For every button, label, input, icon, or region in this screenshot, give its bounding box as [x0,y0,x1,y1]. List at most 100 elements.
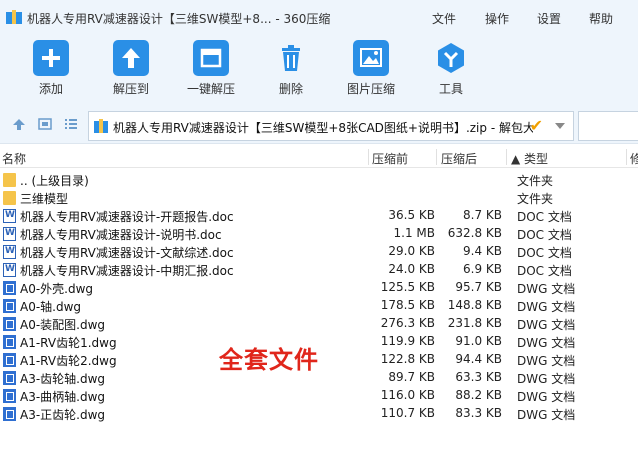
extract-to-button[interactable]: 解压到 [95,40,167,97]
file-row[interactable]: A0-装配图.dwg 276.3 KB 231.8 KB DWG 文档 [0,315,638,333]
title-bar: 机器人专用RV减速器设计【三维SW模型+8... - 360压缩 文件 操作 设… [0,0,638,34]
column-compressed[interactable]: 压缩后 [441,150,477,167]
file-name: 机器人专用RV减速器设计-文献综述.doc [20,246,234,260]
file-size: 36.5 KB [388,208,435,222]
doc-file-icon [3,227,16,241]
file-row[interactable]: A3-齿轮轴.dwg 89.7 KB 63.3 KB DWG 文档 [0,369,638,387]
folder-icon [3,173,16,187]
file-type: DOC 文档 [517,246,572,260]
column-modified[interactable]: 修 [630,150,638,167]
file-compressed-size: 8.7 KB [463,208,502,222]
dwg-file-icon [3,389,16,403]
file-name: A3-正齿轮.dwg [20,408,106,422]
file-name: .. (上级目录) [20,174,89,188]
file-row[interactable]: 机器人专用RV减速器设计-中期汇报.doc 24.0 KB 6.9 KB DOC 文档 [0,261,638,279]
dwg-file-icon [3,317,16,331]
file-row[interactable]: A1-RV齿轮1.dwg 119.9 KB 91.0 KB DWG 文档 [0,333,638,351]
menu-file[interactable]: 文件 [432,10,456,27]
file-name: A0-装配图.dwg [20,318,106,332]
image-compress-icon [353,40,389,76]
delete-button[interactable]: 删除 [255,40,327,97]
file-type: DWG 文档 [517,408,576,422]
file-name: A0-轴.dwg [20,300,82,314]
file-name: 机器人专用RV减速器设计-开题报告.doc [20,210,234,224]
zip-file-icon [94,119,108,133]
file-type: DWG 文档 [517,390,576,404]
file-type: DWG 文档 [517,300,576,314]
image-compress-button[interactable]: 图片压缩 [335,40,407,97]
extract-to-icon [113,40,149,76]
file-compressed-size: 91.0 KB [455,334,502,348]
tools-button[interactable]: 工具 [415,40,487,97]
tools-label: 工具 [438,82,463,96]
one-click-extract-button[interactable]: 一键解压 [175,40,247,97]
up-arrow-icon[interactable] [12,117,26,131]
image-compress-label: 图片压缩 [346,82,395,96]
file-compressed-size: 632.8 KB [447,226,502,240]
chevron-down-icon[interactable] [555,123,565,129]
file-row[interactable]: A3-曲柄轴.dwg 116.0 KB 88.2 KB DWG 文档 [0,387,638,405]
folder-icon [3,191,16,205]
add-icon [33,40,69,76]
file-row[interactable]: .. (上级目录) 文件夹 [0,171,638,189]
thumbnail-view-icon[interactable] [38,117,52,131]
file-name: A1-RV齿轮2.dwg [20,354,117,368]
add-button[interactable]: 添加 [15,40,87,97]
file-row[interactable]: 机器人专用RV减速器设计-开题报告.doc 36.5 KB 8.7 KB DOC 文档 [0,207,638,225]
file-type: DWG 文档 [517,336,576,350]
column-size[interactable]: 压缩前 [372,150,408,167]
dwg-file-icon [3,335,16,349]
column-divider[interactable] [368,149,369,165]
dwg-file-icon [3,371,16,385]
file-compressed-size: 88.2 KB [455,388,502,402]
file-row[interactable]: A1-RV齿轮2.dwg 122.8 KB 94.4 KB DWG 文档 [0,351,638,369]
search-input[interactable] [578,111,638,141]
file-name: A3-曲柄轴.dwg [20,390,106,404]
column-type[interactable]: ▲ 类型 [511,150,548,167]
file-size: 29.0 KB [388,244,435,258]
file-size: 125.5 KB [380,280,435,294]
file-name: A1-RV齿轮1.dwg [20,336,117,350]
file-row[interactable]: A0-轴.dwg 178.5 KB 148.8 KB DWG 文档 [0,297,638,315]
column-divider[interactable] [506,149,507,165]
one-click-extract-icon [193,40,229,76]
file-size: 110.7 KB [380,406,435,420]
doc-file-icon [3,209,16,223]
extract-to-label: 解压到 [112,82,149,96]
file-row[interactable]: 机器人专用RV减速器设计-文献综述.doc 29.0 KB 9.4 KB DOC 文档 [0,243,638,261]
file-size: 122.8 KB [380,352,435,366]
file-type: DWG 文档 [517,318,576,332]
file-row[interactable]: 机器人专用RV减速器设计-说明书.doc 1.1 MB 632.8 KB DOC 文档 [0,225,638,243]
file-compressed-size: 9.4 KB [463,244,502,258]
file-compressed-size: 148.8 KB [447,298,502,312]
menu-operate[interactable]: 操作 [485,10,509,27]
file-type: DWG 文档 [517,372,576,386]
address-path: 机器人专用RV减速器设计【三维SW模型+8张CAD图纸+说明书】.zip - 解… [113,121,533,135]
dwg-file-icon [3,299,16,313]
tools-icon [433,40,469,76]
file-name: 机器人专用RV减速器设计-说明书.doc [20,228,222,242]
file-size: 24.0 KB [388,262,435,276]
window-title: 机器人专用RV减速器设计【三维SW模型+8... - 360压缩 [27,12,331,26]
toolbar: 添加 解压到 一键解压 删除 图片压缩 工具 [0,34,638,104]
list-view-icon[interactable] [64,117,78,131]
dwg-file-icon [3,281,16,295]
file-type: DWG 文档 [517,354,576,368]
file-type: DOC 文档 [517,264,572,278]
delete-icon [273,40,309,76]
file-type: 文件夹 [517,174,554,188]
doc-file-icon [3,263,16,277]
menu-settings[interactable]: 设置 [537,10,561,27]
file-row[interactable]: A0-外壳.dwg 125.5 KB 95.7 KB DWG 文档 [0,279,638,297]
file-name: 三维模型 [20,192,69,206]
menu-help[interactable]: 帮助 [589,10,613,27]
column-name[interactable]: 名称 [2,150,26,167]
file-row[interactable]: 三维模型 文件夹 [0,189,638,207]
column-divider[interactable] [436,149,437,165]
check-icon: ✔ [529,116,543,135]
file-name: A0-外壳.dwg [20,282,94,296]
column-divider[interactable] [626,149,627,165]
doc-file-icon [3,245,16,259]
address-bar[interactable]: 机器人专用RV减速器设计【三维SW模型+8张CAD图纸+说明书】.zip - 解… [88,111,574,141]
file-row[interactable]: A3-正齿轮.dwg 110.7 KB 83.3 KB DWG 文档 [0,405,638,423]
